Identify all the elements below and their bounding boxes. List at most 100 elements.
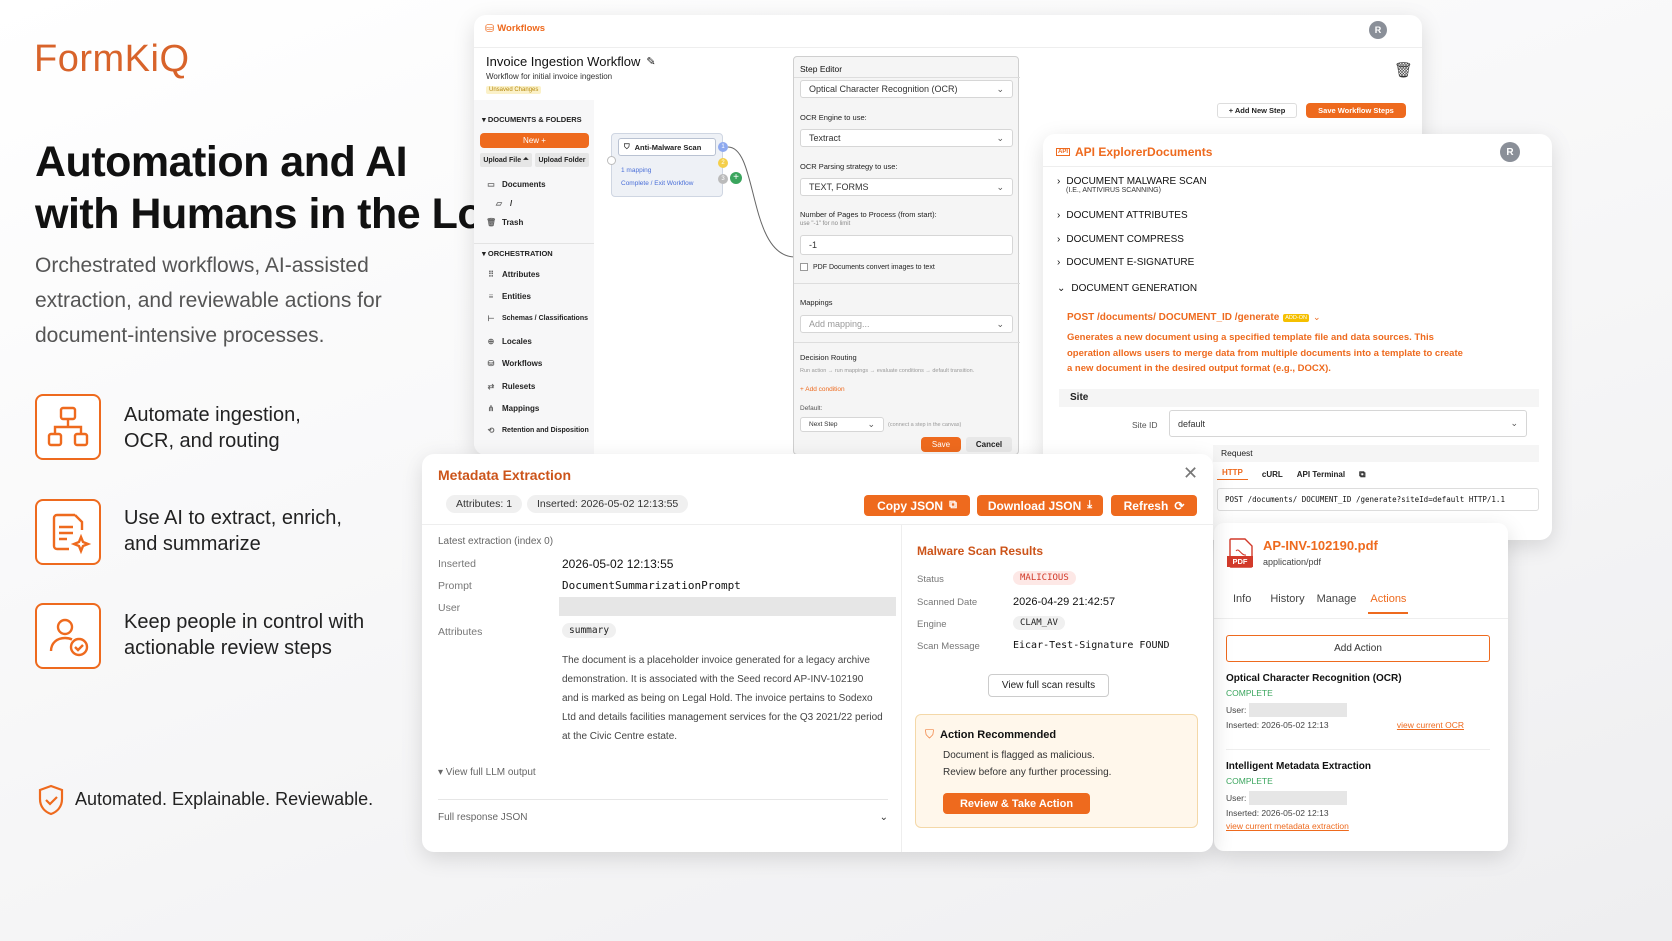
sidebar-item-retention[interactable]: ⟲ Retention and Disposition xyxy=(486,420,594,442)
orchestration-header[interactable]: ▾ ORCHESTRATION xyxy=(482,249,553,258)
summary-line: Ltd and details facilities management se… xyxy=(562,712,883,723)
upload-file-button[interactable]: Upload File ⏶ xyxy=(480,153,532,167)
sidebar: ▾ DOCUMENTS & FOLDERS New + Upload File … xyxy=(474,100,594,455)
workflows-app-label[interactable]: ⛁ Workflows xyxy=(485,22,545,35)
sidebar-item-entities[interactable]: ≡ Entities xyxy=(486,285,594,307)
add-condition-link[interactable]: + Add condition xyxy=(800,386,845,393)
scan-message-label: Scan Message xyxy=(917,641,980,652)
api-section-malware[interactable]: › DOCUMENT MALWARE SCAN (I.E., ANTIVIRUS … xyxy=(1057,176,1207,194)
routing-label: Decision Routing xyxy=(800,353,857,362)
view-ocr-link[interactable]: view current OCR xyxy=(1397,720,1464,730)
add-step-button[interactable]: + Add New Step xyxy=(1217,103,1297,118)
endpoint-row[interactable]: POST /documents/ DOCUMENT_ID /generate A… xyxy=(1067,312,1321,323)
tab-api-terminal[interactable]: API Terminal xyxy=(1297,470,1345,479)
node-badge-3[interactable]: 3 xyxy=(718,174,728,184)
node-exits: Complete / Exit Workflow xyxy=(621,180,694,187)
status-badge: MALICIOUS xyxy=(1013,571,1076,585)
sidebar-item-trash[interactable]: 🗑 Trash xyxy=(486,213,591,232)
sidebar-item-mappings[interactable]: ⋔ Mappings xyxy=(486,397,594,419)
ocr-engine-select[interactable]: Textract ⌄ xyxy=(800,129,1013,147)
node-badge-2[interactable]: 2 xyxy=(718,158,728,168)
tab-manage[interactable]: Manage xyxy=(1317,593,1357,614)
save-button[interactable]: Save xyxy=(921,437,961,452)
view-metadata-link[interactable]: view current metadata extraction xyxy=(1226,821,1494,831)
chevron-down-icon: ⌄ xyxy=(996,83,1004,94)
avatar[interactable]: R xyxy=(1369,21,1387,39)
hero-subtitle-line2: extraction, and reviewable actions for xyxy=(35,289,382,312)
site-id-select[interactable]: default ⌄ xyxy=(1169,410,1527,437)
tab-http[interactable]: HTTP xyxy=(1217,468,1248,480)
sidebar-item-workflows[interactable]: ⛁ Workflows xyxy=(486,353,594,375)
sidebar-label: Retention and Disposition xyxy=(502,427,589,435)
node-input-port[interactable] xyxy=(607,156,616,165)
user-check-icon xyxy=(35,603,101,669)
divider xyxy=(1043,166,1552,167)
sidebar-item-schemas[interactable]: ⊢ Schemas / Classifications xyxy=(486,308,594,330)
review-take-action-button[interactable]: Review & Take Action xyxy=(943,793,1090,814)
copy-json-button[interactable]: Copy JSON ⧉ xyxy=(864,495,970,516)
tab-curl[interactable]: cURL xyxy=(1262,470,1283,479)
view-llm-output-toggle[interactable]: ▾ View full LLM output xyxy=(438,767,536,778)
workflow-node[interactable]: ⛉ Anti-Malware Scan 1 mapping Complete / … xyxy=(611,133,723,197)
save-workflow-steps-button[interactable]: Save Workflow Steps xyxy=(1306,103,1406,118)
sidebar-item-rulesets[interactable]: ⇄ Rulesets xyxy=(486,375,594,397)
divider xyxy=(1226,749,1490,750)
add-action-button[interactable]: Add Action xyxy=(1226,635,1490,662)
trash-icon[interactable]: 🗑 xyxy=(1394,61,1413,79)
api-section-attributes[interactable]: › DOCUMENT ATTRIBUTES xyxy=(1057,210,1188,221)
pdf-convert-checkbox[interactable]: PDF Documents convert images to text xyxy=(800,263,935,271)
default-route-select[interactable]: Next Step ⌄ xyxy=(800,417,884,432)
api-section-compress[interactable]: › DOCUMENT COMPRESS xyxy=(1057,234,1184,245)
action-inserted: Inserted: 2026-05-02 12:13 xyxy=(1226,720,1329,730)
workflow-title-text: Invoice Ingestion Workflow xyxy=(486,54,641,69)
engine-label: Engine xyxy=(917,619,947,630)
docs-section-header[interactable]: ▾ DOCUMENTS & FOLDERS xyxy=(482,115,582,124)
node-header: ⛉ Anti-Malware Scan xyxy=(618,138,716,156)
upload-folder-button[interactable]: Upload Folder xyxy=(535,153,589,167)
chevron-down-icon: ⌄ xyxy=(996,318,1004,329)
tab-actions[interactable]: Actions xyxy=(1368,593,1409,614)
copy-icon[interactable]: ⧉ xyxy=(1359,469,1365,480)
close-icon[interactable]: ✕ xyxy=(1183,463,1198,484)
mapping-placeholder: Add mapping... xyxy=(809,319,870,329)
add-mapping-select[interactable]: Add mapping... ⌄ xyxy=(800,315,1013,333)
orch-header-text: ORCHESTRATION xyxy=(487,249,553,258)
sidebar-item-root-folder[interactable]: ▱ / xyxy=(486,194,591,213)
refresh-button[interactable]: Refresh ⟳ xyxy=(1111,495,1197,516)
doc-nav: ▭ Documents ▱ / 🗑 Trash xyxy=(486,175,591,232)
download-json-button[interactable]: Download JSON ⤓ xyxy=(977,495,1103,516)
avatar[interactable]: R xyxy=(1500,142,1520,162)
cancel-button[interactable]: Cancel xyxy=(966,437,1012,452)
refresh-icon: ⟳ xyxy=(1174,498,1185,513)
pages-input[interactable]: -1 xyxy=(800,235,1013,255)
summary-line: and is marked as being on Legal Hold. Th… xyxy=(562,693,873,704)
metadata-extraction-dialog: Metadata Extraction ✕ Attributes: 1 Inse… xyxy=(422,454,1213,852)
status-label: Status xyxy=(917,574,944,585)
attributes-icon: ⠿ xyxy=(488,269,494,279)
sidebar-item-attributes[interactable]: ⠿ Attributes xyxy=(486,263,594,285)
edit-pencil-icon[interactable]: ✎ xyxy=(646,55,655,68)
sidebar-item-locales[interactable]: ⊕ Locales xyxy=(486,330,594,352)
node-badge-1[interactable]: 1 xyxy=(718,142,728,152)
folder-icon: ▱ xyxy=(495,199,503,208)
attributes-pill: Attributes: 1 xyxy=(446,495,523,513)
orch-nav: ⠿ Attributes ≡ Entities ⊢ Schemas / Classif… xyxy=(486,263,594,442)
api-section-esignature[interactable]: › DOCUMENT E-SIGNATURE xyxy=(1057,257,1194,268)
new-button[interactable]: New + xyxy=(480,133,589,148)
divider xyxy=(794,283,1020,284)
feature-1-line2: OCR, and routing xyxy=(124,430,280,452)
feature-1-text: Automate ingestion, OCR, and routing xyxy=(124,402,301,454)
tab-info[interactable]: Info xyxy=(1233,593,1251,614)
full-response-json-toggle[interactable]: Full response JSON ⌄ xyxy=(438,812,888,823)
tab-history[interactable]: History xyxy=(1270,593,1304,614)
step-type-select[interactable]: Optical Character Recognition (OCR) ⌄ xyxy=(800,80,1013,98)
view-full-scan-button[interactable]: View full scan results xyxy=(988,674,1109,697)
pdf-badge: PDF xyxy=(1227,556,1253,567)
latest-extraction-label: Latest extraction (index 0) xyxy=(438,536,554,547)
request-code: POST /documents/ DOCUMENT_ID /generate?s… xyxy=(1217,488,1539,511)
api-section-generation[interactable]: ⌄ DOCUMENT GENERATION xyxy=(1057,283,1197,294)
ocr-strategy-select[interactable]: TEXT, FORMS ⌄ xyxy=(800,178,1013,196)
step-type-value: Optical Character Recognition (OCR) xyxy=(809,84,958,94)
request-tabs: HTTP cURL API Terminal ⧉ xyxy=(1217,468,1366,480)
sidebar-item-documents[interactable]: ▭ Documents xyxy=(486,175,591,194)
